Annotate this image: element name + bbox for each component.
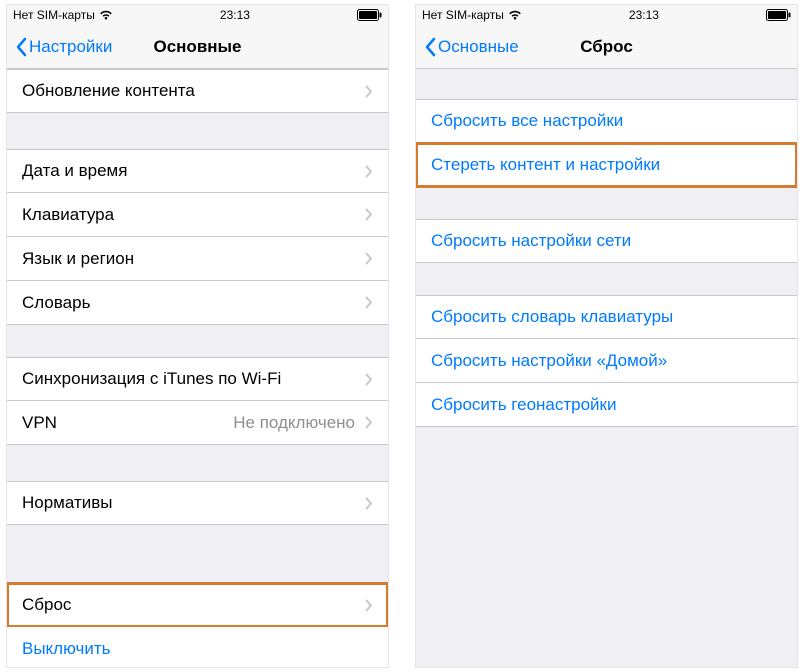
clock-text: 23:13 bbox=[220, 8, 250, 22]
chevron-left-icon bbox=[424, 37, 436, 57]
phone-reset: Нет SIM-карты 23:13 Основные Сброс Сброс… bbox=[415, 4, 798, 668]
row-label: Сбросить настройки сети bbox=[431, 231, 782, 251]
status-right bbox=[766, 9, 791, 21]
status-bar: Нет SIM-карты 23:13 bbox=[7, 5, 388, 25]
row-label: Сбросить словарь клавиатуры bbox=[431, 307, 782, 327]
row-label: Нормативы bbox=[22, 493, 361, 513]
settings-row[interactable]: Сбросить геонастройки bbox=[416, 383, 797, 427]
back-label: Основные bbox=[438, 37, 519, 57]
phone-general: Нет SIM-карты 23:13 Настройки Основные О… bbox=[6, 4, 389, 668]
status-right bbox=[357, 9, 382, 21]
settings-row[interactable]: Стереть контент и настройки bbox=[416, 143, 797, 187]
chevron-right-icon bbox=[365, 497, 373, 510]
row-label: Выключить bbox=[22, 639, 373, 659]
row-label: Обновление контента bbox=[22, 81, 361, 101]
chevron-right-icon bbox=[365, 252, 373, 265]
row-label: Клавиатура bbox=[22, 205, 361, 225]
settings-row[interactable]: Сбросить словарь клавиатуры bbox=[416, 295, 797, 339]
settings-row[interactable]: Сброс bbox=[7, 583, 388, 627]
status-bar: Нет SIM-карты 23:13 bbox=[416, 5, 797, 25]
row-label: Сбросить все настройки bbox=[431, 111, 782, 131]
row-label: Язык и регион bbox=[22, 249, 361, 269]
carrier-text: Нет SIM-карты bbox=[13, 8, 95, 22]
clock-text: 23:13 bbox=[629, 8, 659, 22]
back-button[interactable]: Основные bbox=[424, 37, 519, 57]
settings-row[interactable]: Выключить bbox=[7, 627, 388, 667]
chevron-right-icon bbox=[365, 208, 373, 221]
settings-row[interactable]: Клавиатура bbox=[7, 193, 388, 237]
settings-row[interactable]: Словарь bbox=[7, 281, 388, 325]
row-label: Сбросить настройки «Домой» bbox=[431, 351, 782, 371]
wifi-icon bbox=[508, 10, 522, 20]
battery-icon bbox=[357, 9, 382, 21]
settings-row[interactable]: Дата и время bbox=[7, 149, 388, 193]
chevron-right-icon bbox=[365, 599, 373, 612]
row-label: Сброс bbox=[22, 595, 361, 615]
chevron-right-icon bbox=[365, 373, 373, 386]
chevron-right-icon bbox=[365, 296, 373, 309]
settings-row[interactable]: Нормативы bbox=[7, 481, 388, 525]
settings-row[interactable]: VPNНе подключено bbox=[7, 401, 388, 445]
wifi-icon bbox=[99, 10, 113, 20]
status-left: Нет SIM-карты bbox=[422, 8, 522, 22]
row-label: VPN bbox=[22, 413, 233, 433]
chevron-right-icon bbox=[365, 85, 373, 98]
chevron-left-icon bbox=[15, 37, 27, 57]
carrier-text: Нет SIM-карты bbox=[422, 8, 504, 22]
settings-row[interactable]: Синхронизация с iTunes по Wi-Fi bbox=[7, 357, 388, 401]
settings-row[interactable]: Сбросить все настройки bbox=[416, 99, 797, 143]
chevron-right-icon bbox=[365, 165, 373, 178]
row-detail: Не подключено bbox=[233, 413, 355, 433]
nav-bar: Настройки Основные bbox=[7, 25, 388, 69]
settings-row[interactable]: Сбросить настройки «Домой» bbox=[416, 339, 797, 383]
battery-icon bbox=[766, 9, 791, 21]
back-button[interactable]: Настройки bbox=[15, 37, 112, 57]
chevron-right-icon bbox=[365, 416, 373, 429]
content-general[interactable]: Обновление контента Дата и время Клавиатур… bbox=[7, 69, 388, 667]
settings-row[interactable]: Обновление контента bbox=[7, 69, 388, 113]
settings-row[interactable]: Язык и регион bbox=[7, 237, 388, 281]
nav-bar: Основные Сброс bbox=[416, 25, 797, 69]
row-label: Дата и время bbox=[22, 161, 361, 181]
row-label: Синхронизация с iTunes по Wi-Fi bbox=[22, 369, 361, 389]
back-label: Настройки bbox=[29, 37, 112, 57]
settings-row[interactable]: Сбросить настройки сети bbox=[416, 219, 797, 263]
row-label: Стереть контент и настройки bbox=[431, 155, 782, 175]
row-label: Словарь bbox=[22, 293, 361, 313]
content-reset[interactable]: Сбросить все настройки Стереть контент и … bbox=[416, 69, 797, 667]
row-label: Сбросить геонастройки bbox=[431, 395, 782, 415]
status-left: Нет SIM-карты bbox=[13, 8, 113, 22]
